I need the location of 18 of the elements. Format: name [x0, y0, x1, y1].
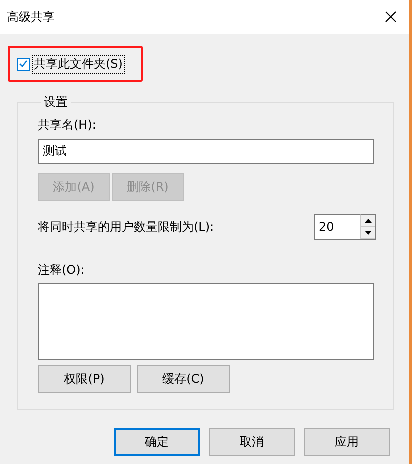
dialog-button[interactable]: 取消	[209, 428, 295, 456]
down-arrow-icon[interactable]	[364, 230, 372, 234]
user-limit-field[interactable]: 20	[314, 214, 360, 240]
group-legend: 设置	[41, 94, 71, 111]
checkbox-label: 共享此文件夹(S)	[32, 54, 125, 74]
up-arrow-icon[interactable]	[364, 218, 372, 222]
dialog-button[interactable]: 缓存(C)	[137, 365, 230, 393]
field-label: 共享名(H):	[38, 117, 98, 134]
dialog-button[interactable]: 应用	[304, 428, 390, 456]
share-name-field[interactable]: 测试	[38, 139, 374, 164]
checkbox[interactable]	[17, 58, 30, 70]
field-label: 将同时共享的用户数量限制为(L):	[38, 218, 214, 236]
field-label: 注释(O):	[38, 262, 85, 279]
dialog-button[interactable]: 权限(P)	[38, 365, 131, 393]
window-title: 高级共享	[7, 8, 55, 26]
dialog-button[interactable]: 确定	[114, 428, 200, 456]
comment-field[interactable]	[38, 283, 374, 360]
close-icon[interactable]	[385, 11, 397, 23]
